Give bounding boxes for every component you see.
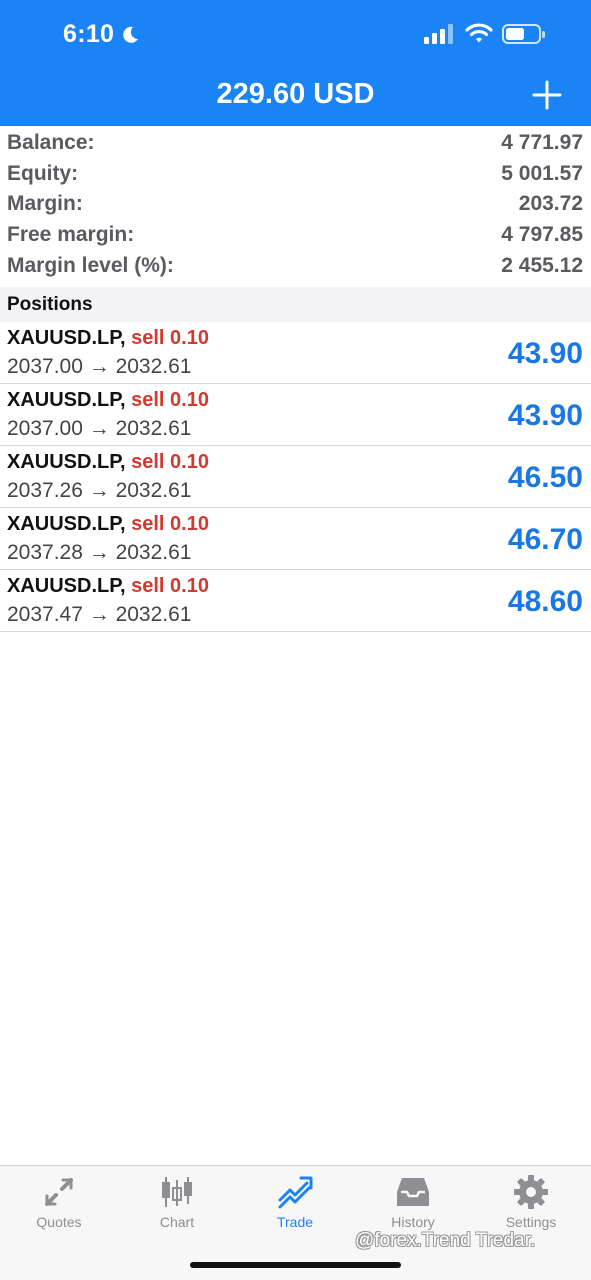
- position-profit: 46.50: [507, 461, 583, 494]
- tab-label: Settings: [505, 1214, 557, 1230]
- summary-label: Free margin:: [7, 223, 135, 247]
- position-symbol: XAUUSD.LP: [7, 327, 120, 349]
- status-time: 6:10: [63, 20, 115, 48]
- position-type: sell 0.10: [131, 389, 209, 411]
- summary-label: Equity:: [7, 161, 79, 185]
- position-profit: 43.90: [507, 399, 583, 432]
- summary-value: 203.72: [518, 192, 583, 216]
- summary-value: 4 771.97: [501, 131, 583, 155]
- tab-label: Quotes: [36, 1214, 82, 1230]
- chart-icon: [162, 1177, 192, 1207]
- tab-trade[interactable]: Trade: [236, 1166, 354, 1246]
- position-header: XAUUSD.LP, sell 0.10: [7, 513, 209, 536]
- summary-label: Margin:: [7, 192, 83, 216]
- position-type: sell 0.10: [131, 451, 209, 473]
- position-type: sell 0.10: [131, 575, 209, 597]
- summary-label: Balance:: [7, 131, 95, 155]
- account-profit-title: 229.60 USD: [216, 78, 375, 110]
- battery-icon: [502, 24, 545, 44]
- position-header: XAUUSD.LP, sell 0.10: [7, 575, 209, 598]
- position-row[interactable]: XAUUSD.LP, sell 0.10 2037.28 → 2032.61 4…: [0, 508, 591, 570]
- moon-icon: [123, 26, 138, 43]
- summary-value: 5 001.57: [501, 161, 583, 185]
- tab-label: History: [391, 1214, 435, 1230]
- position-separator: ,: [120, 389, 132, 411]
- trade-icon: [278, 1176, 313, 1209]
- home-indicator: [190, 1262, 401, 1268]
- positions-list: XAUUSD.LP, sell 0.10 2037.00 → 2032.61 4…: [0, 322, 591, 632]
- position-row[interactable]: XAUUSD.LP, sell 0.10 2037.47 → 2032.61 4…: [0, 570, 591, 632]
- position-header: XAUUSD.LP, sell 0.10: [7, 451, 209, 474]
- account-summary: Balance: 4 771.97 Equity: 5 001.57 Margi…: [0, 128, 591, 281]
- summary-value: 4 797.85: [501, 223, 583, 247]
- tab-chart[interactable]: Chart: [118, 1166, 236, 1246]
- wifi-icon: [465, 23, 493, 43]
- position-header: XAUUSD.LP, sell 0.10: [7, 389, 209, 412]
- cellular-signal-icon: [424, 24, 453, 44]
- position-symbol: XAUUSD.LP: [7, 451, 120, 473]
- positions-section-title: Positions: [0, 287, 591, 322]
- summary-row-free-margin: Free margin: 4 797.85: [0, 220, 591, 251]
- position-profit: 46.70: [507, 523, 583, 556]
- position-separator: ,: [120, 513, 132, 535]
- position-prices: 2037.00 → 2032.61: [7, 417, 192, 440]
- position-profit: 48.60: [507, 585, 583, 618]
- tab-label: Chart: [159, 1214, 195, 1230]
- tab-label: Trade: [276, 1214, 314, 1230]
- summary-row-margin: Margin: 203.72: [0, 189, 591, 220]
- position-row[interactable]: XAUUSD.LP, sell 0.10 2037.00 → 2032.61 4…: [0, 322, 591, 384]
- position-prices: 2037.00 → 2032.61: [7, 355, 192, 378]
- summary-row-balance: Balance: 4 771.97: [0, 128, 591, 159]
- position-row[interactable]: XAUUSD.LP, sell 0.10 2037.26 → 2032.61 4…: [0, 446, 591, 508]
- position-profit: 43.90: [507, 337, 583, 370]
- position-prices: 2037.28 → 2032.61: [7, 541, 192, 564]
- position-separator: ,: [120, 575, 132, 597]
- summary-row-equity: Equity: 5 001.57: [0, 159, 591, 190]
- summary-row-margin-level: Margin level (%): 2 455.12: [0, 250, 591, 281]
- plus-icon[interactable]: [532, 80, 562, 110]
- watermark: @forex.Trend Tredar.: [355, 1230, 536, 1251]
- quotes-icon: [45, 1178, 73, 1206]
- position-symbol: XAUUSD.LP: [7, 575, 120, 597]
- position-separator: ,: [120, 451, 132, 473]
- position-prices: 2037.26 → 2032.61: [7, 479, 192, 502]
- tab-quotes[interactable]: Quotes: [0, 1166, 118, 1246]
- position-type: sell 0.10: [131, 327, 209, 349]
- header-bar: 6:10 229.60 USD: [0, 0, 591, 126]
- position-symbol: XAUUSD.LP: [7, 389, 120, 411]
- position-separator: ,: [120, 327, 132, 349]
- position-type: sell 0.10: [131, 513, 209, 535]
- gear-icon: [514, 1175, 548, 1209]
- summary-label: Margin level (%):: [7, 253, 174, 277]
- summary-value: 2 455.12: [501, 253, 583, 277]
- position-row[interactable]: XAUUSD.LP, sell 0.10 2037.00 → 2032.61 4…: [0, 384, 591, 446]
- position-symbol: XAUUSD.LP: [7, 513, 120, 535]
- history-icon: [397, 1178, 429, 1206]
- position-header: XAUUSD.LP, sell 0.10: [7, 327, 209, 350]
- position-prices: 2037.47 → 2032.61: [7, 603, 192, 626]
